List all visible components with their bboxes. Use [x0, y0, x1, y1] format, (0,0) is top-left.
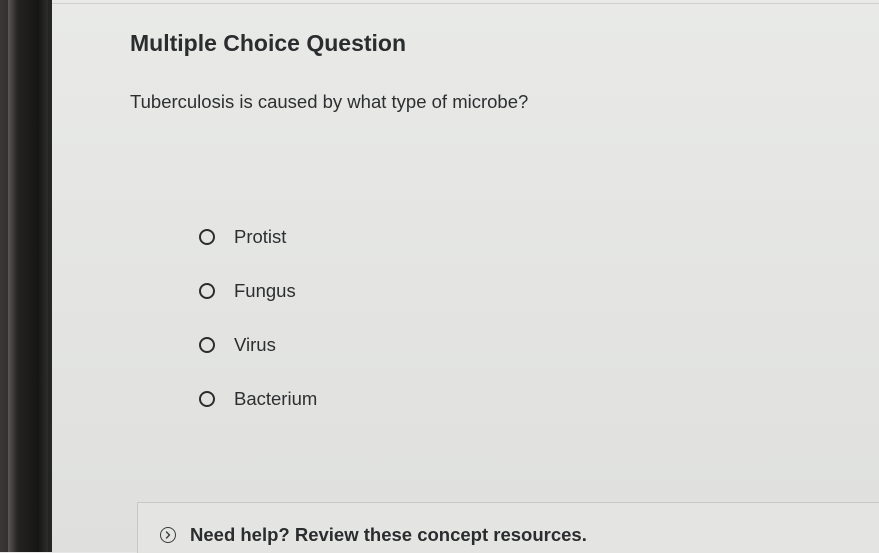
- radio-button[interactable]: [199, 337, 215, 353]
- help-resources-link[interactable]: Need help? Review these concept resource…: [160, 524, 587, 546]
- option-label: Bacterium: [234, 388, 318, 409]
- option-label: Protist: [234, 226, 287, 247]
- help-link-text: Need help? Review these concept resource…: [190, 524, 587, 545]
- monitor-bezel: [0, 0, 52, 552]
- radio-button[interactable]: [199, 283, 215, 299]
- chevron-right-circle-icon: [160, 527, 176, 543]
- radio-button[interactable]: [199, 229, 215, 245]
- answer-options: Protist Fungus Virus Bacterium: [196, 222, 317, 438]
- option-virus[interactable]: Virus: [196, 330, 317, 360]
- screen-background: [52, 0, 879, 552]
- option-label: Virus: [234, 334, 276, 355]
- option-bacterium[interactable]: Bacterium: [196, 384, 317, 414]
- question-prompt: Tuberculosis is caused by what type of m…: [130, 91, 529, 112]
- question-type-heading: Multiple Choice Question: [130, 30, 407, 56]
- top-divider: [52, 3, 879, 4]
- option-label: Fungus: [234, 280, 296, 301]
- option-protist[interactable]: Protist: [196, 222, 317, 252]
- option-fungus[interactable]: Fungus: [196, 276, 317, 306]
- monitor-bezel-edge: [8, 0, 48, 552]
- radio-button[interactable]: [199, 391, 215, 407]
